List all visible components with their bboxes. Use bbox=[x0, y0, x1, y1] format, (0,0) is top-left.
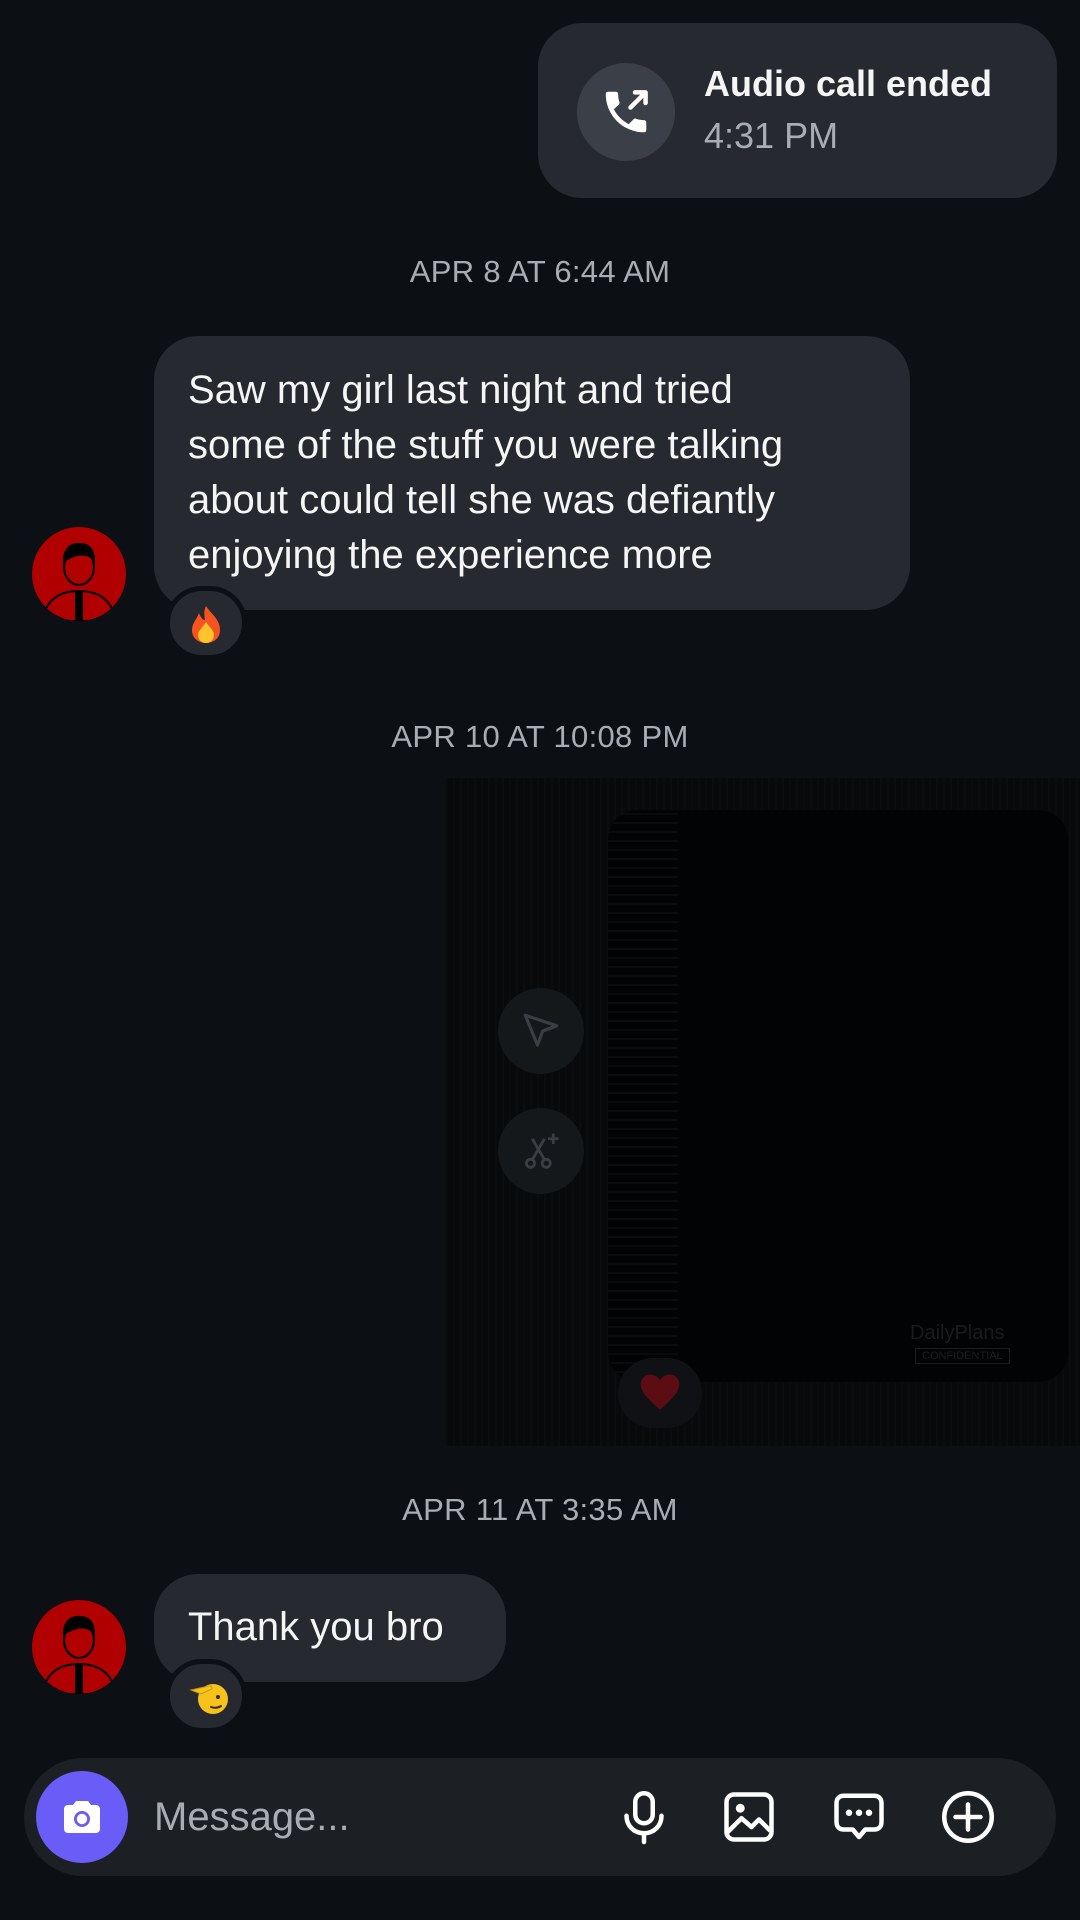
avatar[interactable] bbox=[32, 527, 126, 621]
plus-icon[interactable] bbox=[938, 1787, 998, 1847]
fire-emoji-reaction[interactable] bbox=[165, 586, 247, 660]
post-text-column bbox=[608, 810, 678, 1382]
message-line: some of the stuff you were talking bbox=[188, 423, 784, 467]
microphone-icon[interactable] bbox=[614, 1787, 674, 1847]
saluting-face-reaction[interactable] bbox=[165, 1659, 247, 1733]
camera-icon bbox=[64, 1801, 100, 1833]
camera-button[interactable] bbox=[36, 1771, 128, 1863]
fire-emoji-icon bbox=[192, 606, 220, 643]
call-status-title: Audio call ended bbox=[704, 63, 993, 104]
incoming-message[interactable]: Saw my girl last night and tried some of… bbox=[154, 336, 910, 610]
outgoing-call-icon bbox=[577, 63, 675, 161]
send-icon[interactable] bbox=[498, 988, 584, 1074]
message-text: Thank you bro bbox=[188, 1605, 444, 1649]
post-watermark: DailyPlans bbox=[910, 1322, 1005, 1344]
message-line: about could tell she was defiantly bbox=[188, 478, 776, 522]
sticker-icon[interactable] bbox=[829, 1787, 889, 1847]
timestamp: APR 8 AT 6:44 AM bbox=[409, 254, 671, 289]
gallery-icon[interactable] bbox=[719, 1787, 779, 1847]
remix-icon[interactable] bbox=[498, 1108, 584, 1194]
message-composer bbox=[24, 1758, 1056, 1876]
message-line: enjoying the experience more bbox=[188, 533, 713, 577]
message-input[interactable] bbox=[154, 1788, 594, 1846]
saluting-face-icon bbox=[189, 1684, 228, 1714]
message-line: Saw my girl last night and tried bbox=[188, 368, 733, 412]
shared-post-preview[interactable]: DailyPlans CONFIDENTIAL bbox=[608, 810, 1068, 1382]
post-stamp: CONFIDENTIAL bbox=[915, 1348, 1010, 1364]
shared-post-message[interactable]: DailyPlans CONFIDENTIAL bbox=[446, 778, 1080, 1446]
call-time: 4:31 PM bbox=[704, 115, 839, 156]
timestamp: APR 11 AT 3:35 AM bbox=[402, 1492, 678, 1527]
avatar[interactable] bbox=[32, 1600, 126, 1694]
timestamp: APR 10 AT 10:08 PM bbox=[391, 719, 689, 754]
red-heart-reaction[interactable] bbox=[618, 1358, 702, 1428]
call-ended-bubble[interactable]: Audio call ended 4:31 PM bbox=[538, 23, 1057, 198]
red-heart-icon bbox=[640, 1374, 680, 1410]
